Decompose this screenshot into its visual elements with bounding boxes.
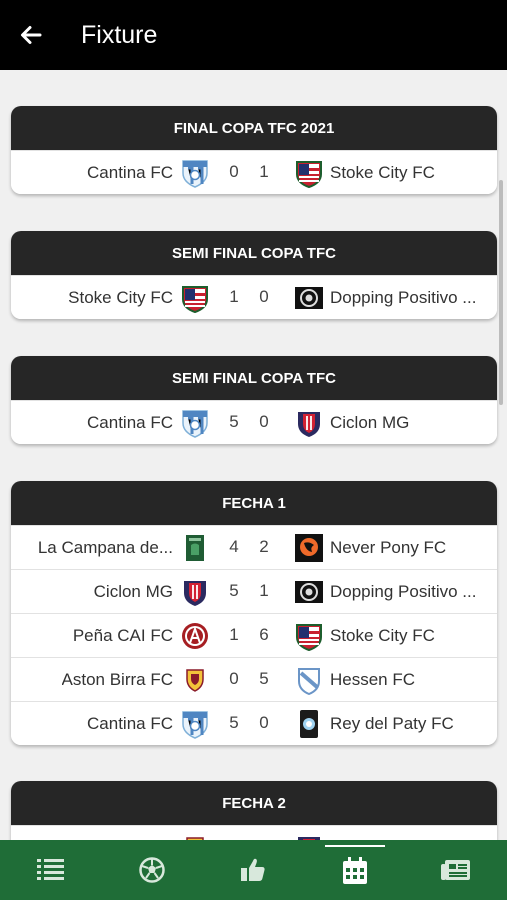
fixture-card-title: SEMI FINAL COPA TFC [11,356,497,400]
home-team-name: Stoke City FC [68,288,173,307]
home-team-name: Cantina FC [87,413,173,432]
nav-calendar-button[interactable] [324,845,385,895]
newspaper-icon [441,860,471,880]
arrow-left-icon [21,26,42,44]
home-team-name: Ciclon MG [93,582,173,601]
home-score: 0 [229,162,239,181]
home-team-crest-icon [182,286,208,313]
home-team-crest-icon [182,711,208,739]
match-row[interactable] [11,825,497,840]
away-score: 0 [259,287,269,306]
away-team-name: Ciclon MG [330,413,410,432]
away-score: 0 [259,412,269,431]
soccer-ball-icon [139,857,165,883]
home-team-crest-icon [186,669,204,692]
away-team-crest-icon [298,837,320,840]
fixture-card: FECHA 1 La Campana de... 4 2 Never Pony FC … [11,481,497,745]
back-button[interactable] [0,0,62,70]
calendar-icon [342,857,367,884]
match-row[interactable]: Ciclon MG 5 1 Dopping Positivo ... [11,569,497,613]
nav-ball-button[interactable] [122,845,182,895]
fixture-card-title: SEMI FINAL COPA TFC [11,231,497,275]
fixture-card-title: FINAL COPA TFC 2021 [11,106,497,150]
away-team-crest-icon [295,534,323,562]
home-score: 5 [229,581,239,600]
away-team-name: Dopping Positivo ... [330,582,477,601]
scrollbar[interactable] [499,180,503,405]
home-team-crest-icon [186,535,204,561]
home-team-crest-icon [182,410,208,438]
fixture-card-title: FECHA 2 [11,781,497,825]
match-row[interactable]: Cantina FC 5 0 Rey del Paty FC [11,701,497,745]
home-score: 4 [229,537,239,556]
home-team-crest-icon [184,581,206,606]
nav-list-button[interactable] [21,845,81,895]
match-row[interactable]: Cantina FC 5 0 Ciclon MG [11,400,497,444]
fixture-card: FINAL COPA TFC 2021 Cantina FC 0 1 Stoke Ci… [11,106,497,194]
away-team-crest-icon [298,412,320,437]
away-team-crest-icon [296,624,322,651]
home-team-name: La Campana de... [37,538,173,557]
list-icon [36,859,64,880]
away-team-name: Hessen FC [330,670,416,689]
bottom-navigation [0,840,507,900]
away-team-crest-icon [295,581,323,603]
fixture-card: FECHA 2 [11,781,497,840]
away-team-crest-icon [300,710,318,738]
away-team-crest-icon [295,287,323,309]
match-row[interactable]: Peña CAI FC 1 6 Stoke City FC [11,613,497,657]
nav-like-button[interactable] [223,845,283,895]
home-score: 0 [229,669,239,688]
thumbs-up-icon [241,858,266,881]
away-score: 5 [259,669,269,688]
home-team-crest-icon [186,837,204,840]
away-score: 1 [259,581,269,600]
match-row[interactable]: Aston Birra FC 0 5 Hessen FC [11,657,497,701]
away-team-name: Never Pony FC [330,538,447,557]
away-team-name: Stoke City FC [330,626,435,645]
match-row[interactable]: Cantina FC 0 1 Stoke City FC [11,150,497,194]
match-row[interactable]: La Campana de... 4 2 Never Pony FC [11,525,497,569]
nav-news-button[interactable] [426,845,486,895]
fixture-card-title: FECHA 1 [11,481,497,525]
home-score: 5 [229,713,239,732]
app-bar: Fixture [0,0,507,70]
away-team-name: Rey del Paty FC [330,714,454,733]
away-team-name: Dopping Positivo ... [330,288,477,307]
home-team-crest-icon [182,623,208,649]
home-score: 1 [229,625,239,644]
away-score: 6 [259,625,269,644]
home-score: 1 [229,287,239,306]
page-title: Fixture [81,20,158,49]
home-score [226,826,242,840]
away-score: 1 [259,162,269,181]
home-team-name: Aston Birra FC [61,670,173,689]
match-row[interactable]: Stoke City FC 1 0 Dopping Positivo ... [11,275,497,319]
home-team-name: Cantina FC [87,714,173,733]
home-team-name: Peña CAI FC [72,626,173,645]
away-score: 2 [259,537,269,556]
away-team-crest-icon [296,161,322,188]
away-score [256,826,272,840]
away-team-crest-icon [298,668,320,695]
away-team-name: Stoke City FC [330,163,435,182]
fixture-card: SEMI FINAL COPA TFC Stoke City FC 1 0 Doppi… [11,231,497,319]
home-team-name: Cantina FC [87,163,173,182]
away-score: 0 [259,713,269,732]
fixture-card: SEMI FINAL COPA TFC Cantina FC 5 0 Ciclon M… [11,356,497,444]
home-team-crest-icon [182,160,208,188]
fixture-list[interactable]: FINAL COPA TFC 2021 Cantina FC 0 1 Stoke Ci… [0,70,507,840]
home-score: 5 [229,412,239,431]
